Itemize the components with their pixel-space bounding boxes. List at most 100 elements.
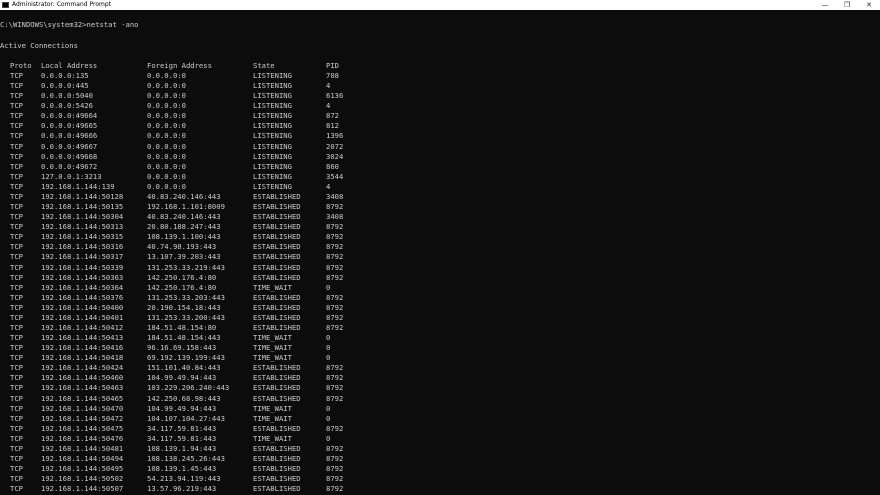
- local-address-cell: 192.168.1.144:50470: [41, 403, 124, 413]
- local-address-cell: 0.0.0.0:49668: [41, 151, 98, 161]
- state-cell: LISTENING: [253, 161, 292, 171]
- table-row: TCP 192.168.1.144:50317 13.107.39.203:443 E…: [0, 252, 880, 262]
- table-row: TCP 127.0.0.1:3213 0.0.0.0:0 LISTENING 3544: [0, 172, 880, 182]
- foreign-address-cell: 142.250.176.4:80: [147, 282, 217, 292]
- pid-cell: 0: [326, 413, 331, 423]
- foreign-address-cell: 0.0.0.0:0: [147, 181, 186, 191]
- proto-cell: TCP: [10, 121, 23, 131]
- state-cell: TIME_WAIT: [253, 343, 292, 353]
- close-button[interactable]: ✕: [858, 0, 880, 10]
- pid-cell: 8792: [326, 323, 344, 332]
- proto-cell: TCP: [10, 363, 23, 373]
- minimize-button[interactable]: —: [814, 0, 836, 10]
- proto-cell: TCP: [10, 91, 23, 101]
- proto-cell: TCP: [10, 454, 23, 464]
- local-address-cell: 192.168.1.144:50507: [41, 484, 124, 494]
- proto-cell: TCP: [10, 181, 23, 191]
- header-foreign-address: Foreign Address: [147, 61, 212, 70]
- state-cell: TIME_WAIT: [253, 413, 292, 423]
- proto-cell: TCP: [10, 484, 23, 494]
- proto-cell: TCP: [10, 302, 23, 312]
- table-row: TCP 192.168.1.144:50470 104.99.49.94:443 TI…: [0, 404, 880, 414]
- proto-cell: TCP: [10, 393, 23, 403]
- proto-cell: TCP: [10, 413, 23, 423]
- local-address-cell: 192.168.1.144:50304: [41, 212, 124, 222]
- pid-cell: 8792: [326, 202, 344, 212]
- proto-cell: TCP: [10, 252, 23, 262]
- window-title: Administrator: Command Prompt: [12, 1, 111, 8]
- proto-cell: TCP: [10, 171, 23, 181]
- table-row: TCP 192.168.1.144:50401 131.253.33.200:443…: [0, 313, 880, 323]
- table-header: Proto Local Address Foreign Address Stat…: [0, 61, 880, 71]
- foreign-address-cell: 40.83.240.146:443: [147, 212, 221, 222]
- proto-cell: TCP: [10, 403, 23, 413]
- local-address-cell: 0.0.0.0:49664: [41, 111, 98, 121]
- foreign-address-cell: 184.51.48.154:443: [147, 333, 221, 343]
- pid-cell: 1396: [326, 131, 344, 141]
- local-address-cell: 192.168.1.144:50376: [41, 292, 124, 302]
- table-row: TCP 192.168.1.144:50481 108.139.1.94:443 ES…: [0, 444, 880, 454]
- header-pid: PID: [326, 61, 339, 70]
- table-row: TCP 192.168.1.144:50472 104.107.104.27:443…: [0, 414, 880, 424]
- pid-cell: 3408: [326, 191, 344, 201]
- state-cell: ESTABLISHED: [253, 383, 301, 393]
- local-address-cell: 0.0.0.0:49667: [41, 141, 98, 151]
- proto-cell: TCP: [10, 282, 23, 292]
- state-cell: TIME_WAIT: [253, 433, 292, 443]
- proto-cell: TCP: [10, 151, 23, 161]
- proto-cell: TCP: [10, 373, 23, 383]
- title-bar[interactable]: Administrator: Command Prompt — ❐ ✕: [0, 0, 880, 10]
- pid-cell: 8792: [326, 383, 344, 393]
- foreign-address-cell: 0.0.0.0:0: [147, 161, 186, 171]
- foreign-address-cell: 0.0.0.0:0: [147, 141, 186, 151]
- foreign-address-cell: 0.0.0.0:0: [147, 91, 186, 101]
- pid-cell: 8792: [326, 262, 344, 272]
- local-address-cell: 0.0.0.0:49665: [41, 121, 98, 131]
- table-row: TCP 0.0.0.0:49666 0.0.0.0:0 LISTENING 1396: [0, 131, 880, 141]
- pid-cell: 708: [326, 71, 339, 80]
- local-address-cell: 192.168.1.144:50364: [41, 282, 124, 292]
- pid-cell: 8792: [326, 464, 344, 474]
- state-cell: LISTENING: [253, 141, 292, 151]
- pid-cell: 4: [326, 81, 331, 91]
- table-row: TCP 192.168.1.144:50316 40.74.98.193:443 ES…: [0, 242, 880, 252]
- pid-cell: 0: [326, 353, 331, 363]
- pid-cell: 4: [326, 101, 331, 111]
- table-row: TCP 192.168.1.144:50463 103.229.206.240:44…: [0, 383, 880, 393]
- console-output[interactable]: C:\WINDOWS\system32>netstat -ano Active …: [0, 10, 880, 495]
- table-row: TCP 192.168.1.144:50495 108.139.1.45:443 ES…: [0, 464, 880, 474]
- local-address-cell: 192.168.1.144:50315: [41, 232, 124, 242]
- foreign-address-cell: 142.250.176.4:80: [147, 272, 217, 282]
- state-cell: TIME_WAIT: [253, 403, 292, 413]
- proto-cell: TCP: [10, 323, 23, 332]
- foreign-address-cell: 108.139.1.94:443: [147, 443, 217, 453]
- table-row: TCP 0.0.0.0:135 0.0.0.0:0 LISTENING 708: [0, 71, 880, 81]
- table-row: TCP 192.168.1.144:50475 34.117.59.81:443 ES…: [0, 424, 880, 434]
- pid-cell: 0: [326, 433, 331, 443]
- state-cell: LISTENING: [253, 171, 292, 181]
- table-row: TCP 192.168.1.144:50476 34.117.59.81:443 TI…: [0, 434, 880, 444]
- local-address-cell: 192.168.1.144:50400: [41, 302, 124, 312]
- pid-cell: 6136: [326, 91, 344, 101]
- foreign-address-cell: 40.83.240.146:443: [147, 191, 221, 201]
- proto-cell: TCP: [10, 111, 23, 121]
- state-cell: ESTABLISHED: [253, 454, 301, 464]
- state-cell: ESTABLISHED: [253, 423, 301, 433]
- pid-cell: 8792: [326, 312, 344, 322]
- foreign-address-cell: 20.190.154.18:443: [147, 302, 221, 312]
- foreign-address-cell: 103.229.206.240:443: [147, 383, 230, 393]
- foreign-address-cell: 0.0.0.0:0: [147, 111, 186, 121]
- foreign-address-cell: 131.253.33.200:443: [147, 312, 225, 322]
- table-row: TCP 192.168.1.144:50400 20.190.154.18:443 E…: [0, 303, 880, 313]
- restore-button[interactable]: ❐: [836, 0, 858, 10]
- pid-cell: 8792: [326, 272, 344, 282]
- table-row: TCP 192.168.1.144:50339 131.253.33.219:443…: [0, 263, 880, 273]
- local-address-cell: 192.168.1.144:50494: [41, 454, 124, 464]
- local-address-cell: 127.0.0.1:3213: [41, 171, 102, 181]
- state-cell: LISTENING: [253, 131, 292, 141]
- pid-cell: 8792: [326, 252, 344, 262]
- foreign-address-cell: 40.74.98.193:443: [147, 242, 217, 252]
- pid-cell: 3408: [326, 212, 344, 222]
- table-row: TCP 0.0.0.0:49672 0.0.0.0:0 LISTENING 860: [0, 162, 880, 172]
- local-address-cell: 192.168.1.144:50463: [41, 383, 124, 393]
